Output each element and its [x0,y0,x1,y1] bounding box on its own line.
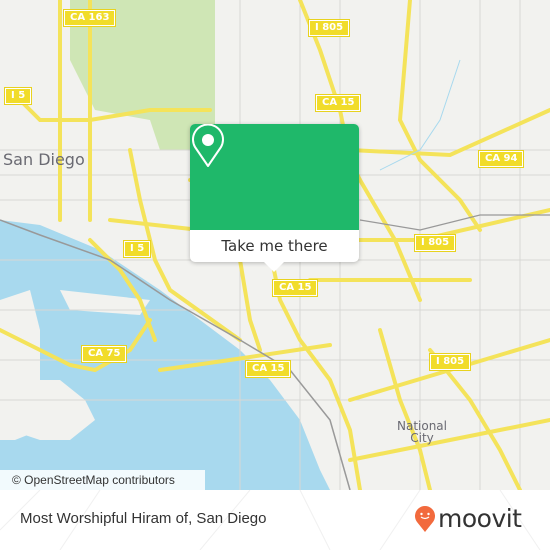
shield-i-805: I 805 [307,19,351,37]
moovit-smiley-pin-icon [415,505,435,532]
popup-pointer [264,262,284,272]
footer: Most Worshipful Hiram of, San Diego moov… [0,490,550,550]
shield-i-805: I 805 [413,234,457,252]
popup-header [190,124,359,230]
shield-ca-15: CA 15 [271,279,319,297]
city-label-national-city: National City [396,419,447,445]
shield-ca-163: CA 163 [62,9,117,27]
moovit-logo[interactable]: moovit [414,504,522,533]
map[interactable]: CA 163 I 805 I 5 CA 15 CA 94 I 5 I 805 C… [0,0,550,490]
shield-ca-15: CA 15 [314,94,362,112]
moovit-wordmark: moovit [438,504,522,533]
shield-ca-75: CA 75 [80,345,128,363]
map-attribution[interactable]: © OpenStreetMap contributors [0,470,205,490]
destination-popup: Take me there [190,124,359,272]
take-me-there-button[interactable]: Take me there [190,230,359,262]
shield-ca-94: CA 94 [477,150,525,168]
shield-i-805: I 805 [428,353,472,371]
city-label-san-diego: San Diego [3,150,85,169]
place-title: Most Worshipful Hiram of, San Diego [20,510,267,527]
shield-ca-15: CA 15 [244,360,292,378]
shield-i-5: I 5 [122,240,152,258]
point-loma-land [0,290,40,440]
map-pin-icon [192,124,224,167]
shield-i-5: I 5 [3,87,33,105]
